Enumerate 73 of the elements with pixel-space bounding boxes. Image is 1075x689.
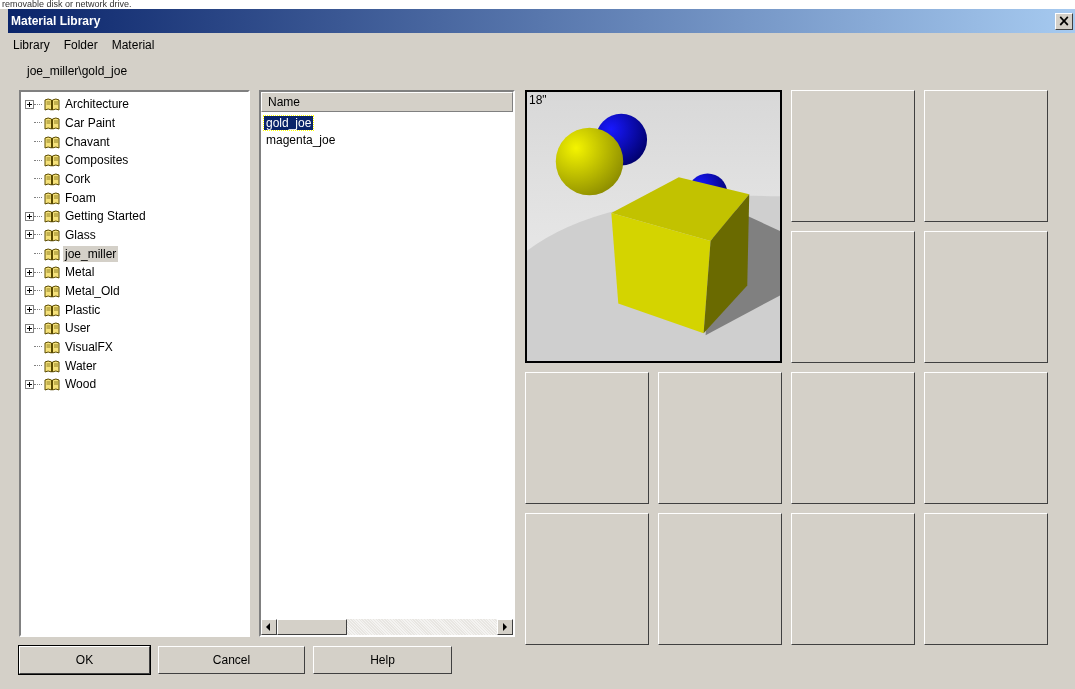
tree-item[interactable]: Metal_Old [63,282,122,299]
tree-item[interactable]: Metal [63,264,97,281]
empty-swatch[interactable] [924,513,1048,645]
tree-item[interactable]: Composites [63,152,131,169]
menu-item[interactable]: Material [111,38,155,56]
tree-item[interactable]: joe_miller [63,245,119,262]
book-icon [44,209,60,224]
book-icon [44,377,60,392]
book-icon [44,246,60,261]
close-button[interactable]: × [1055,12,1073,30]
expand-icon[interactable] [25,267,34,277]
menu-item[interactable]: Folder [63,38,98,56]
empty-swatch[interactable] [658,372,782,504]
book-icon [44,153,60,168]
expand-icon[interactable] [25,286,34,296]
expand-icon[interactable] [25,99,34,109]
tree-item[interactable]: VisualFX [63,338,115,355]
dialog-button[interactable]: OK [19,646,150,674]
tree-item[interactable]: User [63,320,93,337]
empty-swatch[interactable] [924,90,1048,222]
scroll-left-button[interactable] [261,619,277,635]
book-icon [44,134,60,149]
dialog-button[interactable]: Help [313,646,452,674]
book-icon [44,302,60,317]
window-title: Material Library [11,14,101,28]
column-header[interactable]: Name [261,92,513,112]
empty-swatch[interactable] [791,372,915,504]
book-icon [44,321,60,336]
tree-item[interactable]: Architecture [63,96,132,113]
material-preview[interactable]: 18" [525,90,782,363]
book-icon [44,358,60,373]
empty-swatch[interactable] [658,513,782,645]
book-icon [44,265,60,280]
caption-text: removable disk or network drive. [0,0,1075,9]
empty-swatch[interactable] [525,372,649,504]
book-icon [44,190,60,205]
scroll-thumb[interactable] [277,619,347,635]
tree-item[interactable]: Getting Started [63,208,148,225]
left-arrow-icon [266,623,272,631]
horizontal-scrollbar[interactable] [261,619,513,635]
tree-item[interactable]: Foam [63,189,98,206]
book-icon [44,227,60,242]
book-icon [44,171,60,186]
tree-item[interactable]: Car Paint [63,115,118,131]
empty-swatch[interactable] [924,231,1048,363]
tree-item[interactable]: Water [63,357,99,374]
dialog-button[interactable]: Cancel [158,646,305,674]
tree-item[interactable]: Wood [63,376,99,393]
empty-swatch[interactable] [791,90,915,222]
empty-swatch[interactable] [791,513,915,645]
expand-icon[interactable] [25,379,34,389]
expand-icon[interactable] [25,305,34,315]
tree-item[interactable]: Chavant [63,133,112,150]
book-icon [44,116,60,130]
list-item[interactable]: gold_joe [264,115,314,130]
menu-item[interactable]: Library [13,38,50,56]
list-item[interactable]: magenta_joe [264,132,338,147]
empty-swatch[interactable] [791,231,915,363]
empty-swatch[interactable] [924,372,1048,504]
expand-icon[interactable] [25,211,34,221]
expand-icon[interactable] [25,230,34,240]
scroll-right-button[interactable] [497,619,513,635]
tree-item[interactable]: Glass [63,226,98,243]
book-icon [44,283,60,298]
tree-item[interactable]: Cork [63,170,93,187]
size-label: 18" [529,93,547,107]
book-icon [44,97,60,112]
tree-item[interactable]: Plastic [63,301,103,318]
expand-icon[interactable] [25,323,34,333]
path-label: joe_miller\gold_joe [27,64,128,78]
right-arrow-icon [502,623,508,631]
book-icon [44,339,60,354]
empty-swatch[interactable] [525,513,649,645]
